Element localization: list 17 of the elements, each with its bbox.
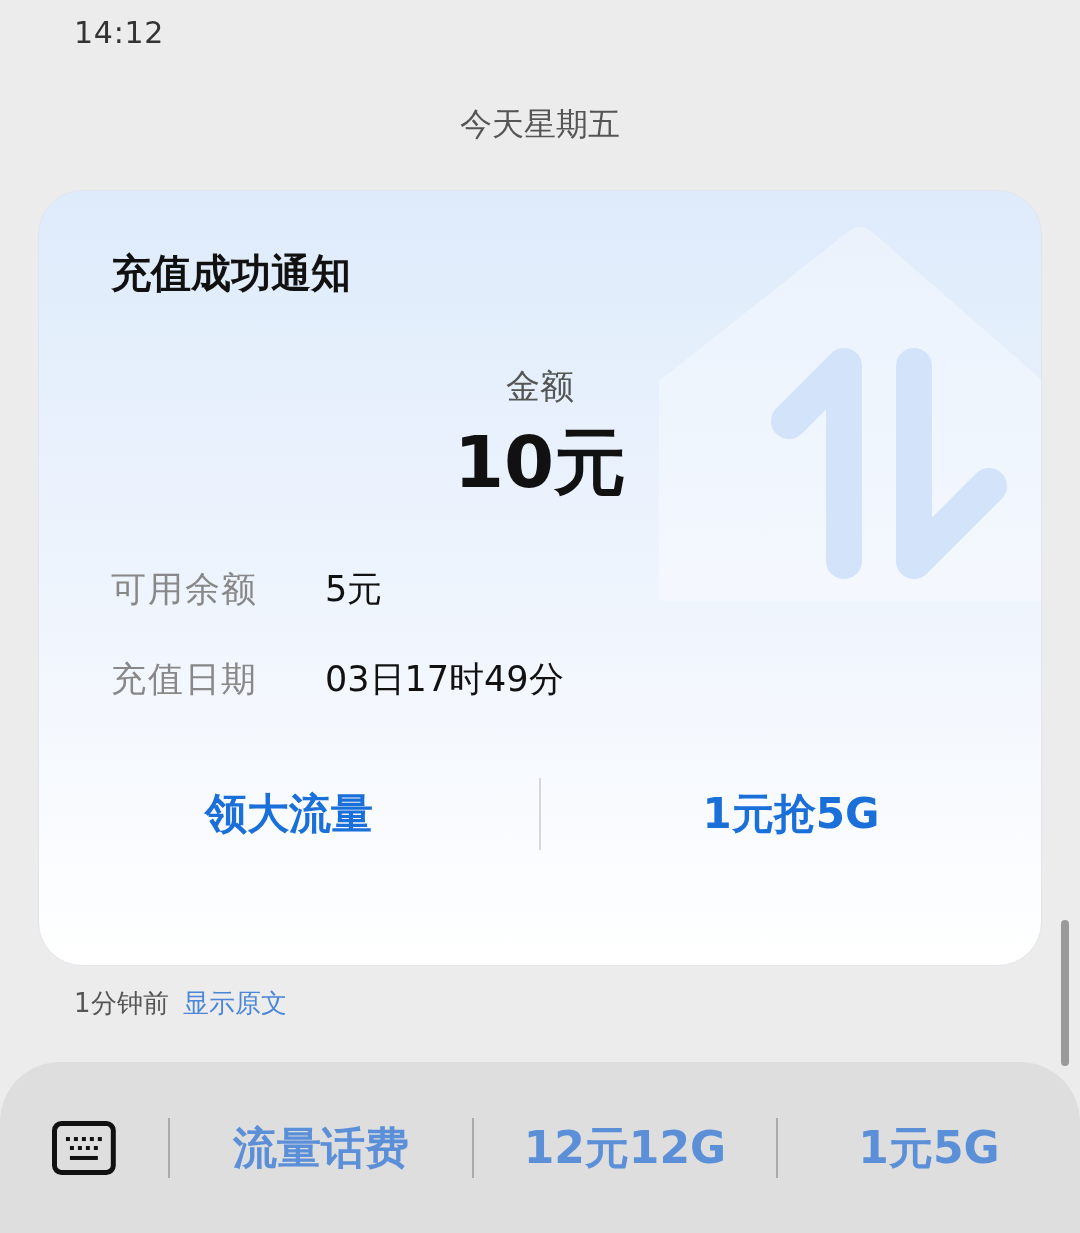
card-title: 充值成功通知 [111, 250, 351, 296]
message-time: 1分钟前 [74, 987, 169, 1020]
show-original-link[interactable]: 显示原文 [182, 984, 287, 1023]
amount-label: 金额 [506, 365, 574, 408]
quick-reply-button[interactable]: 流量话费 [169, 1114, 472, 1181]
detail-label: 充值日期 [111, 658, 259, 702]
detail-value: 5元 [325, 567, 383, 611]
quick-reply-button[interactable]: 1元5G [777, 1114, 1080, 1181]
action-link[interactable]: 1元抢5G [541, 782, 1041, 846]
keyboard-icon[interactable] [52, 1120, 116, 1175]
detail-value: 03日17时49分 [325, 658, 564, 702]
amount-value: 10元 [453, 419, 627, 506]
action-link[interactable]: 领大流量 [39, 782, 539, 846]
quick-reply-button[interactable]: 12元12G [473, 1114, 776, 1181]
date-header: 今天星期五 [460, 104, 620, 145]
status-time: 14:12 [74, 15, 165, 50]
detail-label: 可用余额 [111, 567, 259, 611]
